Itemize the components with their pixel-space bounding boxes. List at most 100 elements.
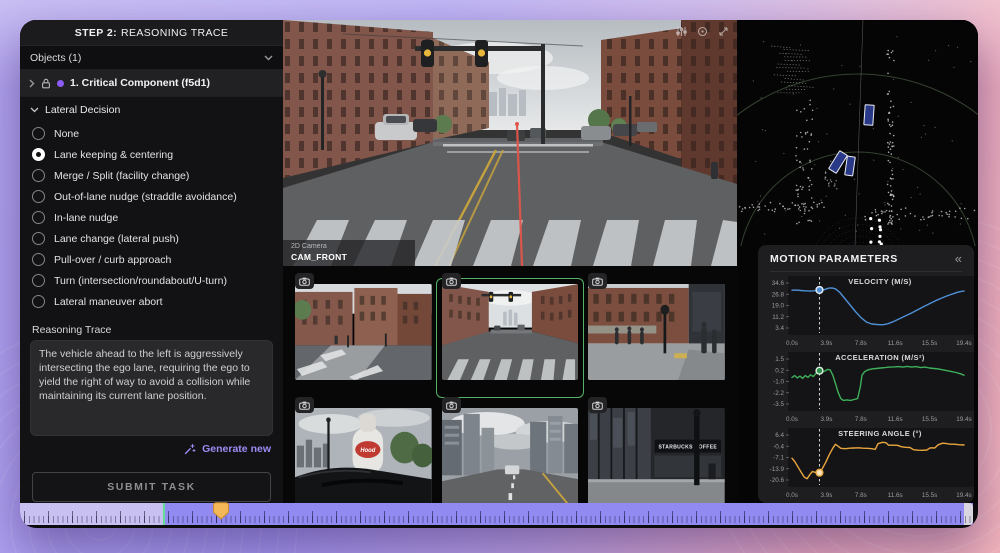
chevron-down-icon xyxy=(30,107,39,113)
radio-option-label: Turn (intersection/roundabout/U-turn) xyxy=(54,275,227,287)
radio-option-label: Lateral maneuver abort xyxy=(54,296,163,308)
right-panel: MOTION PARAMETERS « VELOCITY (M/S) 34.62… xyxy=(737,20,978,504)
steering-chart: STEERING ANGLE (°) 6.4-0.4-7.1-13.9-20.6… xyxy=(758,426,974,500)
camera-icon xyxy=(295,397,314,413)
thumbnail-scene: STARBUCKS COFFEE xyxy=(588,408,725,504)
svg-text:-0.4: -0.4 xyxy=(773,443,784,450)
radio-option-lane-keeping[interactable]: Lane keeping & centering xyxy=(20,144,283,165)
timeline-drag-handle[interactable] xyxy=(213,502,229,520)
svg-text:19.4s: 19.4s xyxy=(956,492,971,499)
motion-parameters-title: MOTION PARAMETERS xyxy=(770,253,898,265)
svg-text:3.9s: 3.9s xyxy=(820,492,832,499)
camera-name-label: CAM_FRONT xyxy=(291,252,405,262)
thumbnail-scene xyxy=(442,284,579,380)
reasoning-trace-label: Reasoning Trace xyxy=(32,324,271,336)
svg-text:19.4s: 19.4s xyxy=(956,416,971,423)
radio-option-none[interactable]: None xyxy=(20,123,283,144)
svg-text:6.4: 6.4 xyxy=(775,432,784,439)
generate-new-label: Generate new xyxy=(202,443,271,455)
motion-parameters-header: MOTION PARAMETERS « xyxy=(758,245,974,271)
adjust-sliders-icon[interactable] xyxy=(676,26,687,37)
timeline-scrubber[interactable] xyxy=(20,503,973,525)
radio-circle[interactable] xyxy=(32,253,45,266)
radio-option-merge-split[interactable]: Merge / Split (facility change) xyxy=(20,165,283,186)
svg-text:7.8s: 7.8s xyxy=(855,340,867,347)
camera-icon xyxy=(588,397,607,413)
collapse-panel-icon[interactable]: « xyxy=(955,254,962,264)
radio-option-lateral-abort[interactable]: Lateral maneuver abort xyxy=(20,291,283,312)
radio-option-label: Lane change (lateral push) xyxy=(54,233,179,245)
thumbnail-cam-front-left[interactable] xyxy=(295,284,432,380)
radio-option-in-lane-nudge[interactable]: In-lane nudge xyxy=(20,207,283,228)
hood-sign-text: Hood xyxy=(360,447,375,454)
radio-circle[interactable] xyxy=(32,211,45,224)
radio-circle[interactable] xyxy=(32,190,45,203)
thumbnail-scene: Hood xyxy=(295,408,432,504)
acceleration-chart-canvas: 1.50.2-1.0-2.2-3.50.0s3.9s7.8s11.6s15.5s… xyxy=(758,350,974,424)
thumbnail-cam-front-right[interactable] xyxy=(588,284,725,380)
svg-text:7.8s: 7.8s xyxy=(855,416,867,423)
svg-text:0.0s: 0.0s xyxy=(786,340,798,347)
acceleration-chart: ACCELERATION (M/S²) 1.50.2-1.0-2.2-3.50.… xyxy=(758,350,974,424)
svg-text:3.9s: 3.9s xyxy=(820,416,832,423)
generate-new-button[interactable]: Generate new xyxy=(20,436,283,462)
radio-option-pull-over[interactable]: Pull-over / curb approach xyxy=(20,249,283,270)
radio-option-label: None xyxy=(54,128,79,140)
lidar-top-view[interactable] xyxy=(737,20,978,246)
svg-text:19.4s: 19.4s xyxy=(956,340,971,347)
camera-icon xyxy=(588,273,607,289)
radio-circle[interactable] xyxy=(32,274,45,287)
radio-option-label: Merge / Split (facility change) xyxy=(54,170,189,182)
thumbnail-scene xyxy=(588,284,725,380)
svg-text:19.0: 19.0 xyxy=(772,303,785,310)
svg-text:-20.6: -20.6 xyxy=(770,477,785,484)
svg-text:34.6: 34.6 xyxy=(772,280,785,287)
radio-circle[interactable] xyxy=(32,295,45,308)
radio-circle[interactable] xyxy=(32,169,45,182)
radio-option-turn[interactable]: Turn (intersection/roundabout/U-turn) xyxy=(20,270,283,291)
reasoning-trace-textarea[interactable]: The vehicle ahead to the left is aggress… xyxy=(30,340,273,436)
objects-header[interactable]: Objects (1) xyxy=(20,46,283,70)
crosshair-icon[interactable] xyxy=(697,26,708,37)
camera-toolbar xyxy=(676,26,729,37)
camera-icon xyxy=(442,397,461,413)
radio-circle[interactable] xyxy=(32,127,45,140)
motion-parameters-panel: MOTION PARAMETERS « VELOCITY (M/S) 34.62… xyxy=(758,245,974,503)
thumbnail-scene xyxy=(442,408,579,504)
submit-task-button[interactable]: SUBMIT TASK xyxy=(32,472,271,502)
lock-icon xyxy=(41,78,51,89)
app-window: STEP 2: REASONING TRACE Objects (1) 1. C… xyxy=(20,20,978,528)
svg-text:11.2: 11.2 xyxy=(772,314,784,321)
magic-wand-icon xyxy=(183,443,196,456)
camera-label: 2D Camera CAM_FRONT xyxy=(283,240,415,266)
object-color-dot xyxy=(57,80,64,87)
camera-type-label: 2D Camera xyxy=(291,243,405,252)
object-item-critical-component[interactable]: 1. Critical Component (f5d1) xyxy=(20,70,283,97)
radio-circle-selected[interactable] xyxy=(32,148,45,161)
step-header: STEP 2: REASONING TRACE xyxy=(20,20,283,46)
front-camera-scene xyxy=(283,20,737,266)
camera-icon xyxy=(295,273,314,289)
radio-option-out-of-lane-nudge[interactable]: Out-of-lane nudge (straddle avoidance) xyxy=(20,186,283,207)
radio-circle[interactable] xyxy=(32,232,45,245)
thumbnail-cam-front-selected[interactable] xyxy=(442,284,579,380)
steering-chart-canvas: 6.4-0.4-7.1-13.9-20.60.0s3.9s7.8s11.6s15… xyxy=(758,426,974,500)
main-camera-viewport[interactable]: 2D Camera CAM_FRONT xyxy=(283,20,737,266)
objects-header-label: Objects (1) xyxy=(30,52,81,64)
svg-text:7.8s: 7.8s xyxy=(855,492,867,499)
svg-text:11.6s: 11.6s xyxy=(888,340,903,347)
camera-thumbnail-grid: Hood xyxy=(283,266,737,504)
reasoning-sidebar: STEP 2: REASONING TRACE Objects (1) 1. C… xyxy=(20,20,283,504)
thumbnail-cam-back-left[interactable]: Hood xyxy=(295,408,432,504)
thumbnail-cam-back[interactable] xyxy=(442,408,579,504)
thumbnail-cam-back-right[interactable]: STARBUCKS COFFEE xyxy=(588,408,725,504)
step-number-label: STEP 2: xyxy=(75,27,117,39)
thumbnail-scene xyxy=(295,284,432,380)
svg-text:15.5s: 15.5s xyxy=(922,492,937,499)
svg-text:-7.1: -7.1 xyxy=(773,455,784,462)
radio-option-lane-change[interactable]: Lane change (lateral push) xyxy=(20,228,283,249)
lateral-decision-section-header[interactable]: Lateral Decision xyxy=(20,97,283,123)
svg-text:11.6s: 11.6s xyxy=(888,492,903,499)
expand-icon[interactable] xyxy=(718,26,729,37)
timeline-minor-ticks xyxy=(24,516,971,523)
